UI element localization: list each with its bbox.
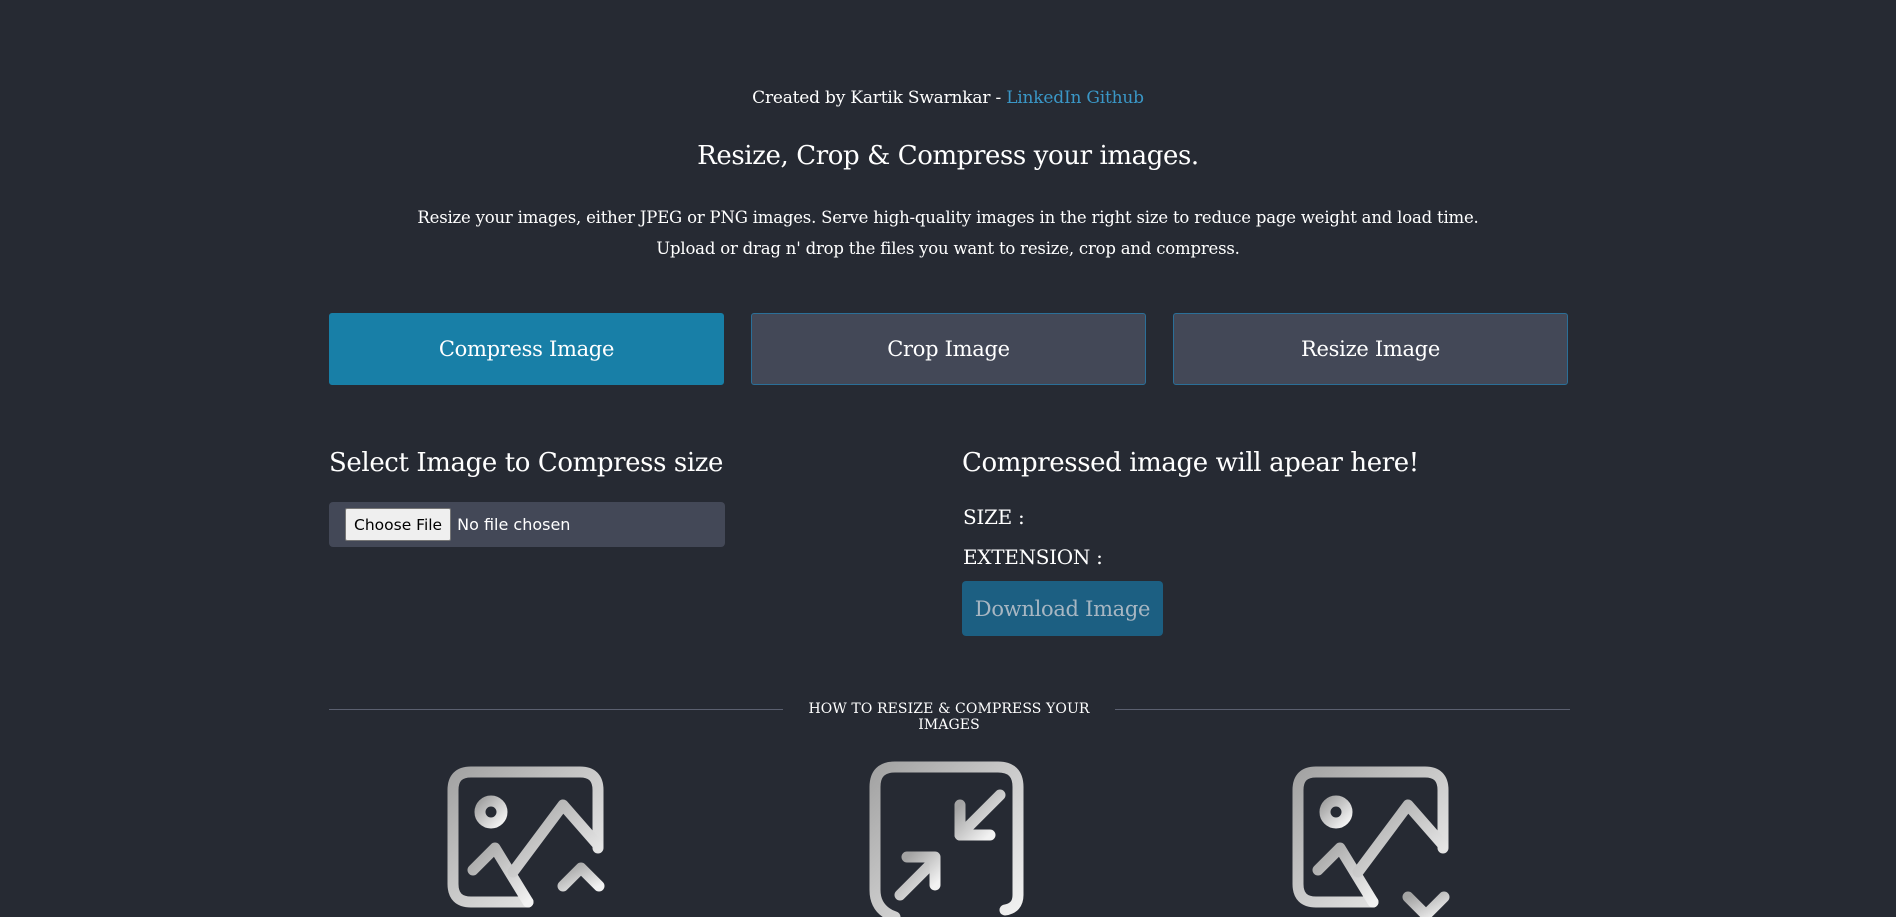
extension-label: EXTENSION : bbox=[963, 545, 1103, 569]
upload-title: Select Image to Compress size bbox=[329, 448, 724, 478]
image-download-icon bbox=[1292, 766, 1450, 917]
tab-compress-image[interactable]: Compress Image bbox=[329, 313, 724, 385]
image-upload-icon bbox=[447, 766, 605, 917]
choose-file-button[interactable]: Choose File bbox=[345, 508, 452, 541]
tab-crop-image[interactable]: Crop Image bbox=[751, 313, 1146, 385]
divider-left bbox=[329, 709, 783, 710]
size-label: SIZE : bbox=[963, 505, 1025, 529]
file-status: No file chosen bbox=[457, 515, 571, 534]
page-title: Resize, Crop & Compress your images. bbox=[697, 141, 1199, 171]
github-link[interactable]: Github bbox=[1086, 88, 1144, 108]
file-input[interactable]: Choose File No file chosen bbox=[329, 502, 725, 547]
compress-icon bbox=[869, 761, 1024, 917]
divider-right bbox=[1115, 709, 1570, 710]
page: Created by Kartik Swarnkar - LinkedIn Gi… bbox=[0, 0, 1896, 917]
credit-line: Created by Kartik Swarnkar - LinkedIn Gi… bbox=[0, 88, 1896, 108]
download-image-button[interactable]: Download Image bbox=[962, 581, 1163, 636]
description-line-1: Resize your images, either JPEG or PNG i… bbox=[417, 208, 1479, 227]
result-title: Compressed image will apear here! bbox=[962, 448, 1419, 478]
credit-prefix: Created by Kartik Swarnkar - bbox=[752, 88, 1001, 108]
tab-resize-image[interactable]: Resize Image bbox=[1173, 313, 1568, 385]
howto-heading: HOW TO RESIZE & COMPRESS YOUR IMAGES bbox=[808, 701, 1090, 733]
description-line-2: Upload or drag n' drop the files you wan… bbox=[656, 239, 1240, 258]
linkedin-link[interactable]: LinkedIn bbox=[1006, 88, 1081, 108]
